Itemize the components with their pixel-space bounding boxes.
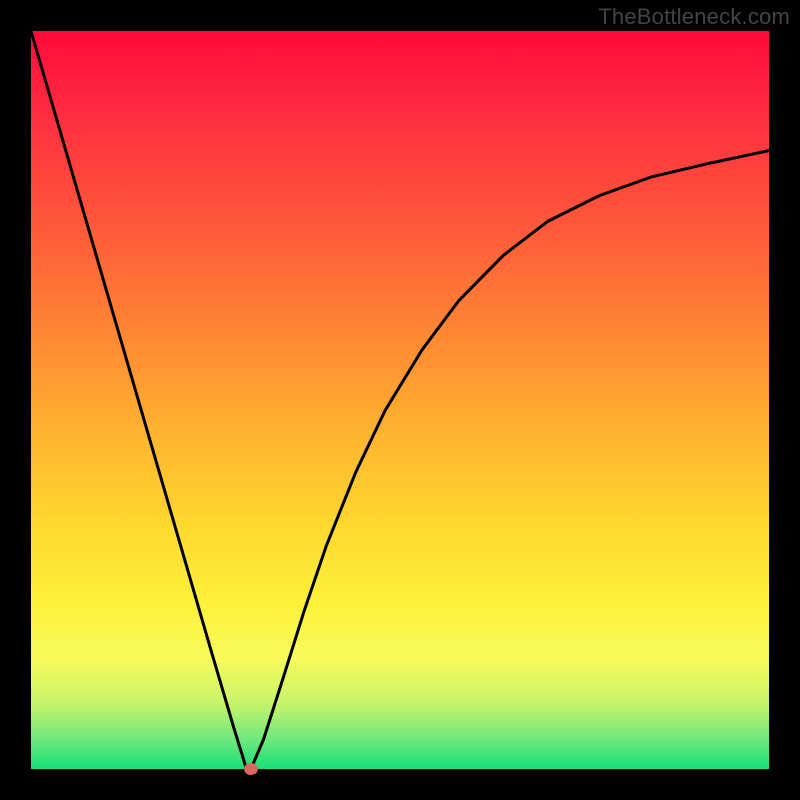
bottleneck-curve bbox=[31, 31, 769, 769]
curve-svg bbox=[31, 31, 769, 769]
chart-frame: TheBottleneck.com bbox=[0, 0, 800, 800]
watermark-text: TheBottleneck.com bbox=[598, 4, 790, 30]
optimum-marker bbox=[244, 763, 258, 775]
plot-area bbox=[31, 31, 769, 769]
